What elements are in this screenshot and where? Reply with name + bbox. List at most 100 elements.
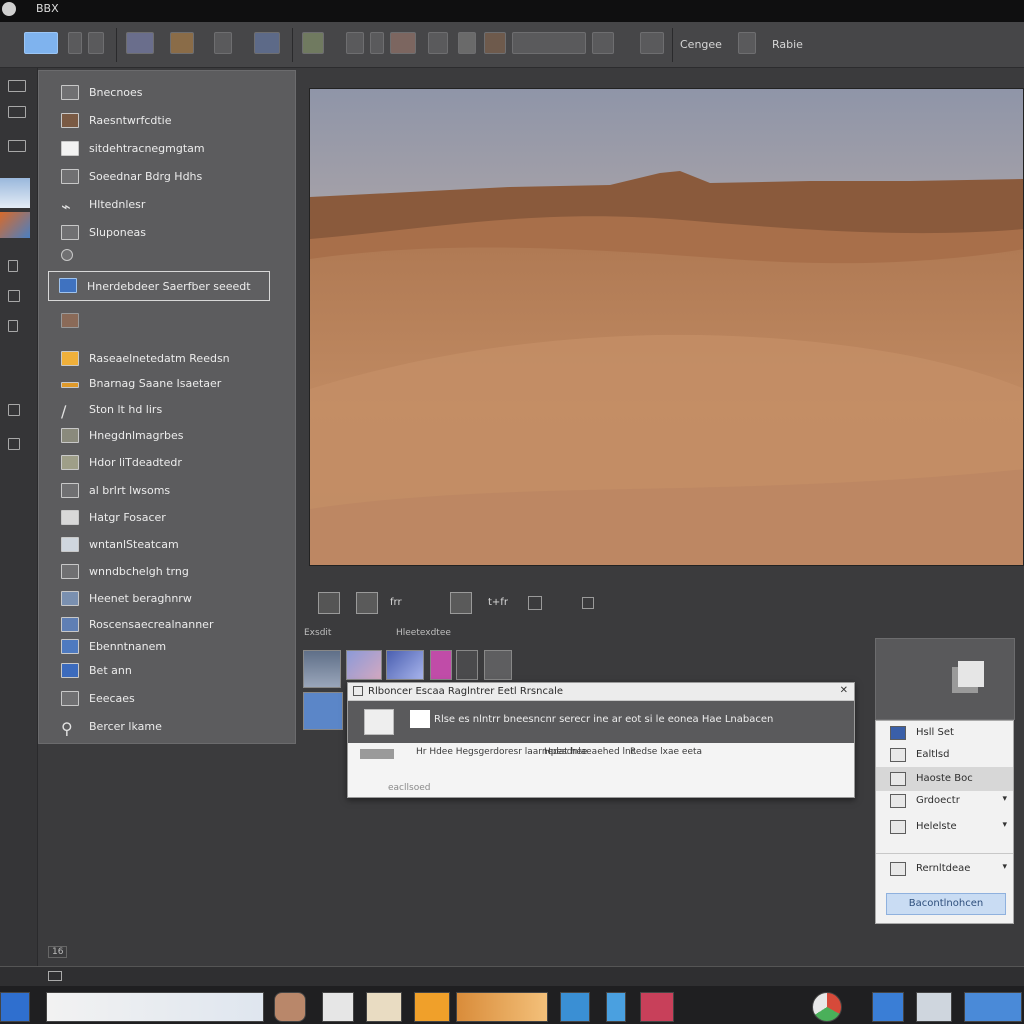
taskbar-app[interactable] bbox=[322, 992, 354, 1022]
zoom-readout: t+fr bbox=[488, 597, 508, 608]
menu-item[interactable]: wntanlSteatcam bbox=[51, 533, 281, 557]
text-tool-icon[interactable] bbox=[8, 260, 18, 272]
fit-view-icon[interactable] bbox=[318, 592, 340, 614]
stack-icon[interactable] bbox=[958, 661, 984, 687]
toolbar-label-b[interactable]: Rabie bbox=[772, 38, 803, 51]
menu-item[interactable]: Soeednar Bdrg Hdhs bbox=[51, 165, 281, 189]
menu-item[interactable]: Raseaelnetedatm Reedsn bbox=[51, 347, 281, 371]
move-tool-button[interactable] bbox=[68, 32, 82, 54]
color-thumbnail[interactable] bbox=[0, 212, 30, 238]
taskbar-app[interactable] bbox=[812, 992, 842, 1022]
menu-item[interactable]: Bnecnoes bbox=[51, 81, 281, 105]
taskbar-app[interactable] bbox=[640, 992, 674, 1022]
menu-item[interactable]: ⌁ Hltednlesr bbox=[51, 193, 281, 217]
start-icon[interactable] bbox=[0, 992, 30, 1022]
grid-icon[interactable] bbox=[370, 32, 384, 54]
image-preview[interactable] bbox=[309, 88, 1024, 566]
menu-item[interactable]: al brlrt lwsoms bbox=[51, 479, 281, 503]
close-icon[interactable]: ✕ bbox=[840, 685, 848, 696]
menu-item[interactable]: ∕ Ston lt hd lirs bbox=[51, 398, 281, 422]
histogram-icon[interactable] bbox=[458, 32, 476, 54]
filter-icon[interactable] bbox=[390, 32, 416, 54]
brush-icon[interactable] bbox=[170, 32, 194, 54]
taskbar-app[interactable] bbox=[560, 992, 590, 1022]
gradient-tool-icon[interactable] bbox=[8, 438, 20, 450]
context-menu: Bnecnoes Raesntwrfcdtie sitdehtracnegmgt… bbox=[38, 70, 296, 744]
gear-icon[interactable] bbox=[738, 32, 756, 54]
zoom-tool-icon[interactable] bbox=[8, 106, 26, 118]
menu-item[interactable]: Eeecaes bbox=[51, 687, 281, 711]
menu-item[interactable]: Bnarnag Saane Isaetaer bbox=[51, 372, 281, 396]
dialog-footer-text-d: eacllsoed bbox=[388, 783, 431, 793]
rotate-icon[interactable] bbox=[214, 32, 232, 54]
menu-item[interactable]: Heenet beraghnrw bbox=[51, 587, 281, 611]
palette-icon[interactable] bbox=[484, 32, 506, 54]
thumbnail[interactable] bbox=[386, 650, 424, 680]
layers-icon[interactable] bbox=[302, 32, 324, 54]
adjust-icon[interactable] bbox=[126, 32, 154, 54]
taskbar-app[interactable] bbox=[366, 992, 402, 1022]
menu-item[interactable]: wnndbchelgh trng bbox=[51, 560, 281, 584]
toolbar-label-a[interactable]: Cengee bbox=[680, 38, 722, 51]
undo-icon[interactable] bbox=[88, 32, 104, 54]
thumbnail[interactable] bbox=[303, 692, 343, 730]
dialog: Rlboncer Escaa Raglntrer Eetl Rrsncale ✕… bbox=[347, 682, 855, 798]
histogram-view-icon[interactable] bbox=[450, 592, 472, 614]
magic-wand-icon[interactable] bbox=[254, 32, 280, 54]
shape-tool-icon[interactable] bbox=[8, 404, 20, 416]
menu-item[interactable]: Ebenntnanem bbox=[51, 635, 281, 659]
menu-item[interactable]: ⚲ Bercer lkame bbox=[51, 715, 281, 739]
export-icon[interactable] bbox=[592, 32, 614, 54]
menu-item[interactable]: Roscensaecrealnanner bbox=[51, 613, 281, 637]
thumbnail[interactable] bbox=[456, 650, 478, 680]
thumbnail[interactable] bbox=[484, 650, 512, 680]
flyout-item[interactable]: Ealtlsd bbox=[876, 743, 1013, 767]
grid-view-icon[interactable] bbox=[356, 592, 378, 614]
select-tool-button[interactable] bbox=[24, 32, 58, 54]
compare-icon[interactable] bbox=[528, 596, 542, 610]
taskbar-app[interactable] bbox=[606, 992, 626, 1022]
page-indicator: 16 bbox=[48, 946, 68, 958]
swatch-thumbnail[interactable] bbox=[0, 178, 30, 208]
app-icon[interactable] bbox=[2, 2, 16, 16]
status-icon[interactable] bbox=[48, 971, 62, 981]
menu-item-selected[interactable]: Hnerdebdeer Saerfber seeedt bbox=[48, 271, 270, 301]
thumbnail[interactable] bbox=[430, 650, 452, 680]
pen-tool-icon[interactable] bbox=[8, 320, 18, 332]
menu-item[interactable] bbox=[51, 247, 281, 265]
expand-icon[interactable] bbox=[582, 597, 594, 609]
flyout-item[interactable]: Hsll Set bbox=[876, 721, 1013, 745]
hand-tool-icon[interactable] bbox=[8, 80, 26, 92]
eyedropper-icon[interactable] bbox=[8, 290, 20, 302]
flyout-item[interactable]: Grdoectr ▾ bbox=[876, 789, 1013, 813]
taskbar-app[interactable] bbox=[414, 992, 450, 1022]
menu-item[interactable] bbox=[51, 309, 281, 333]
taskbar-window-preview[interactable] bbox=[46, 992, 264, 1022]
thumbnail[interactable] bbox=[303, 650, 341, 688]
menu-item[interactable]: Sluponeas bbox=[51, 221, 281, 245]
menu-item[interactable]: Hnegdnlmagrbes bbox=[51, 424, 281, 448]
crop-icon[interactable] bbox=[346, 32, 364, 54]
menu-item[interactable]: Bet ann bbox=[51, 659, 281, 683]
menu-item-icon bbox=[61, 141, 79, 156]
taskbar-app[interactable] bbox=[274, 992, 306, 1022]
image-icon[interactable] bbox=[428, 32, 448, 54]
thumbnail[interactable] bbox=[346, 650, 382, 680]
menu-item-label: Roscensaecrealnanner bbox=[89, 618, 214, 631]
taskbar-app[interactable] bbox=[456, 992, 548, 1022]
taskbar-app[interactable] bbox=[964, 992, 1022, 1022]
flyout-item[interactable]: Helelste ▾ bbox=[876, 815, 1013, 839]
menu-item-label: Bnarnag Saane Isaetaer bbox=[89, 377, 222, 390]
taskbar-app[interactable] bbox=[916, 992, 952, 1022]
menu-item[interactable]: Hdor liTdeadtedr bbox=[51, 451, 281, 475]
flyout-item[interactable]: Rernltdeae ▾ bbox=[876, 857, 1013, 881]
taskbar-app[interactable] bbox=[872, 992, 904, 1022]
flyout-action-button[interactable]: Bacontlnohcen bbox=[886, 893, 1006, 915]
menu-item[interactable]: Raesntwrfcdtie bbox=[51, 109, 281, 133]
marquee-tool-icon[interactable] bbox=[8, 140, 26, 152]
settings-icon[interactable] bbox=[640, 32, 664, 54]
flyout-item-highlighted[interactable]: Haoste Boc bbox=[876, 767, 1013, 791]
options-strip[interactable] bbox=[512, 32, 586, 54]
menu-item[interactable]: sitdehtracnegmgtam bbox=[51, 137, 281, 161]
menu-item[interactable]: Hatgr Fosacer bbox=[51, 506, 281, 530]
